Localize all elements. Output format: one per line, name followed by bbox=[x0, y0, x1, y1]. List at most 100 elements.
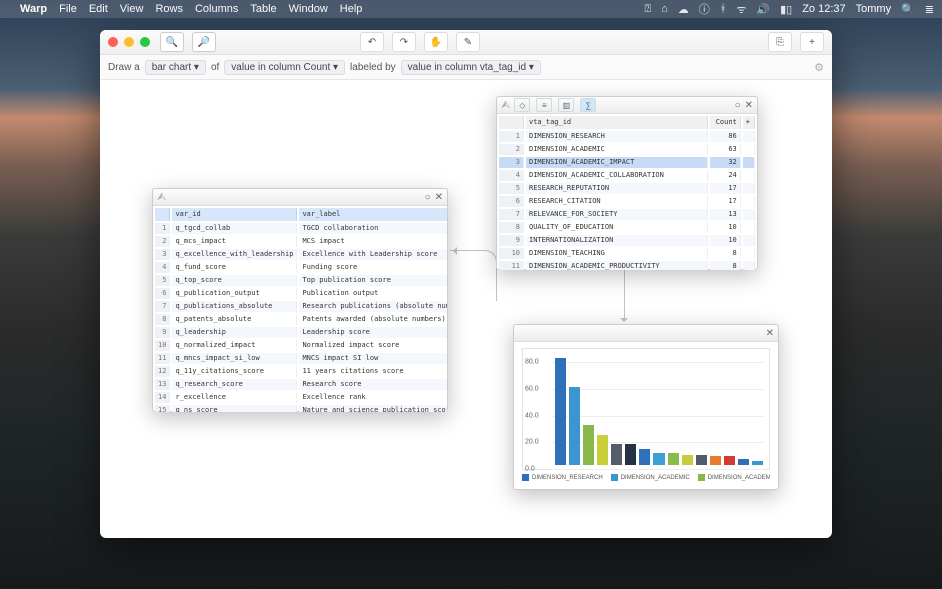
table-row[interactable]: 6q_publication_outputPublication outputq… bbox=[155, 288, 447, 299]
clock[interactable]: Zo 12:37 bbox=[802, 3, 845, 15]
table-row[interactable]: 8q_patents_absolutePatents awarded (abso… bbox=[155, 314, 447, 325]
chart-type-selector[interactable]: bar chart ▾ bbox=[145, 60, 206, 75]
hand-button[interactable]: ✋ bbox=[424, 32, 448, 52]
menu-edit[interactable]: Edit bbox=[89, 3, 108, 15]
table-row[interactable]: 11DIMENSION_ACADEMIC_PRODUCTIVITY8 bbox=[499, 261, 755, 270]
table-row[interactable]: 12q_11y_citations_score11 years citation… bbox=[155, 366, 447, 377]
step-link-icon[interactable]: ◇ bbox=[514, 98, 530, 112]
table-row[interactable]: 10q_normalized_impactNormalized impact s… bbox=[155, 340, 447, 351]
battery-icon[interactable]: ▮▯ bbox=[780, 3, 792, 16]
table-row[interactable]: 2q_mcs_impactMCS impactquantityMCS (mean… bbox=[155, 236, 447, 247]
variables-table-panel[interactable]: ⮙ ○ ✕ var_idvar_labelvar_unitvar_descri1… bbox=[152, 188, 448, 412]
panel-header[interactable]: ✕ bbox=[514, 325, 778, 342]
chart-bar[interactable] bbox=[597, 435, 608, 465]
variables-table[interactable]: var_idvar_labelvar_unitvar_descri1q_tgcd… bbox=[153, 206, 447, 412]
panel-config-icon[interactable]: ○ bbox=[735, 100, 741, 111]
chart-bar[interactable] bbox=[625, 444, 636, 465]
menu-file[interactable]: File bbox=[59, 3, 77, 15]
column-header[interactable] bbox=[155, 208, 170, 221]
menu-columns[interactable]: Columns bbox=[195, 3, 238, 15]
menu-help[interactable]: Help bbox=[340, 3, 363, 15]
refresh-button[interactable]: ↷ bbox=[392, 32, 416, 52]
table-row[interactable]: 8QUALITY_OF_EDUCATION10 bbox=[499, 222, 755, 233]
table-row[interactable]: 7q_publications_absoluteResearch publica… bbox=[155, 301, 447, 312]
zoom-out-button[interactable]: 🔍 bbox=[160, 32, 184, 52]
panel-close-icon[interactable]: ✕ bbox=[745, 100, 753, 111]
wifi-icon[interactable]: ᯤ bbox=[736, 2, 746, 17]
chart-bar[interactable] bbox=[668, 453, 679, 465]
panel-header[interactable]: ⮙ ○ ✕ bbox=[153, 189, 447, 206]
chart-bar[interactable] bbox=[710, 456, 721, 465]
chart-bar[interactable] bbox=[696, 455, 707, 465]
table-row[interactable]: 11q_mncs_impact_si_lowMNCS impact SI low… bbox=[155, 353, 447, 364]
table-scroll[interactable]: var_idvar_labelvar_unitvar_descri1q_tgcd… bbox=[153, 206, 447, 412]
volume-icon[interactable]: 🔊 bbox=[756, 3, 770, 16]
step-rows-icon[interactable]: ≡ bbox=[536, 98, 552, 112]
column-header[interactable]: vta_tag_id bbox=[526, 116, 708, 129]
column-header[interactable] bbox=[499, 116, 524, 129]
spotlight-icon[interactable]: 🔍 bbox=[901, 3, 915, 16]
menu-rows[interactable]: Rows bbox=[155, 3, 183, 15]
table-row[interactable]: 5q_top_scoreTop publication scorequantit… bbox=[155, 275, 447, 286]
panel-config-icon[interactable]: ○ bbox=[425, 192, 431, 203]
chart-bar[interactable] bbox=[682, 455, 693, 465]
menu-app[interactable]: Warp bbox=[20, 3, 47, 15]
column-header[interactable]: var_label bbox=[299, 208, 447, 221]
panel-close-icon[interactable]: ✕ bbox=[435, 192, 443, 203]
column-header[interactable]: + bbox=[743, 116, 755, 129]
panel-close-icon[interactable]: ✕ bbox=[766, 328, 774, 339]
panel-handle-icon[interactable]: ⮙ bbox=[157, 191, 166, 204]
status-icon[interactable]: ⌂ bbox=[661, 3, 668, 15]
chart-bar[interactable] bbox=[611, 444, 622, 465]
chart-bar[interactable] bbox=[569, 387, 580, 465]
zoom-button[interactable] bbox=[140, 37, 150, 47]
table-row[interactable]: 6RESEARCH_CITATION17 bbox=[499, 196, 755, 207]
table-row[interactable]: 9q_leadershipLeadership scorequantity bbox=[155, 327, 447, 338]
chart-bar[interactable] bbox=[752, 461, 763, 465]
status-icon[interactable]: ⓘ bbox=[699, 1, 710, 17]
table-row[interactable]: 1DIMENSION_RESEARCH86 bbox=[499, 131, 755, 142]
user-menu[interactable]: Tommy bbox=[856, 3, 891, 15]
aggregate-table-panel[interactable]: ⮙ ◇ ≡ ▥ ∑ ○ ✕ vta_tag_idCount+1DIMENSION… bbox=[496, 96, 758, 270]
table-row[interactable]: 5RESEARCH_REPUTATION17 bbox=[499, 183, 755, 194]
table-row[interactable]: 3q_excellence_with_leadershipExcellence … bbox=[155, 249, 447, 260]
settings-gear-icon[interactable]: ⚙ bbox=[814, 61, 824, 74]
table-row[interactable]: 4DIMENSION_ACADEMIC_COLLABORATION24 bbox=[499, 170, 755, 181]
table-row[interactable]: 10DIMENSION_TEACHING8 bbox=[499, 248, 755, 259]
step-aggregate-icon[interactable]: ∑ bbox=[580, 98, 596, 112]
table-row[interactable]: 2DIMENSION_ACADEMIC63 bbox=[499, 144, 755, 155]
aggregate-table[interactable]: vta_tag_idCount+1DIMENSION_RESEARCH86 2DI… bbox=[497, 114, 757, 270]
column-header[interactable]: var_id bbox=[172, 208, 297, 221]
chart-panel[interactable]: ✕ 0.020.040.060.080.0 DIMENSION_RESEARCH… bbox=[513, 324, 779, 490]
table-row[interactable]: 14r_excellenceExcellence rankrankThe aca… bbox=[155, 392, 447, 403]
table-row[interactable]: 15q_ns_scoreNature and science publicati… bbox=[155, 405, 447, 412]
table-row[interactable]: 3DIMENSION_ACADEMIC_IMPACT32 bbox=[499, 157, 755, 168]
status-icon[interactable]: ⍰ bbox=[644, 3, 651, 16]
chart-bar[interactable] bbox=[555, 358, 566, 465]
zoom-in-button[interactable]: 🔎 bbox=[192, 32, 216, 52]
step-cols-icon[interactable]: ▥ bbox=[558, 98, 574, 112]
table-scroll[interactable]: vta_tag_idCount+1DIMENSION_RESEARCH86 2DI… bbox=[497, 114, 757, 270]
menu-table[interactable]: Table bbox=[250, 3, 276, 15]
value-column-selector[interactable]: value in column Count ▾ bbox=[224, 60, 345, 75]
column-header[interactable]: Count bbox=[710, 116, 741, 129]
close-button[interactable] bbox=[108, 37, 118, 47]
table-row[interactable]: 13q_research_scoreResearch scorequantity… bbox=[155, 379, 447, 390]
table-row[interactable]: 7RELEVANCE_FOR_SOCIETY13 bbox=[499, 209, 755, 220]
edit-button[interactable]: ✎ bbox=[456, 32, 480, 52]
export-button[interactable]: ⎘ bbox=[768, 32, 792, 52]
table-row[interactable]: 9INTERNATIONALIZATION10 bbox=[499, 235, 755, 246]
status-icon[interactable]: ☁ bbox=[678, 3, 689, 16]
panel-header[interactable]: ⮙ ◇ ≡ ▥ ∑ ○ ✕ bbox=[497, 97, 757, 114]
panel-handle-icon[interactable]: ⮙ bbox=[501, 99, 510, 112]
bluetooth-icon[interactable]: ᚼ bbox=[720, 3, 727, 15]
menu-view[interactable]: View bbox=[120, 3, 144, 15]
table-row[interactable]: 1q_tgcd_collabTGCD collaborationquantity… bbox=[155, 223, 447, 234]
add-button[interactable]: + bbox=[800, 32, 824, 52]
table-row[interactable]: 4q_fund_scoreFunding scorequantityIndica… bbox=[155, 262, 447, 273]
window-titlebar[interactable]: 🔍 🔎 ↶ ↷ ✋ ✎ ⎘ + bbox=[100, 30, 832, 55]
label-column-selector[interactable]: value in column vta_tag_id ▾ bbox=[401, 60, 541, 75]
chart-bar[interactable] bbox=[724, 456, 735, 465]
minimize-button[interactable] bbox=[124, 37, 134, 47]
chart-bar[interactable] bbox=[583, 425, 594, 465]
